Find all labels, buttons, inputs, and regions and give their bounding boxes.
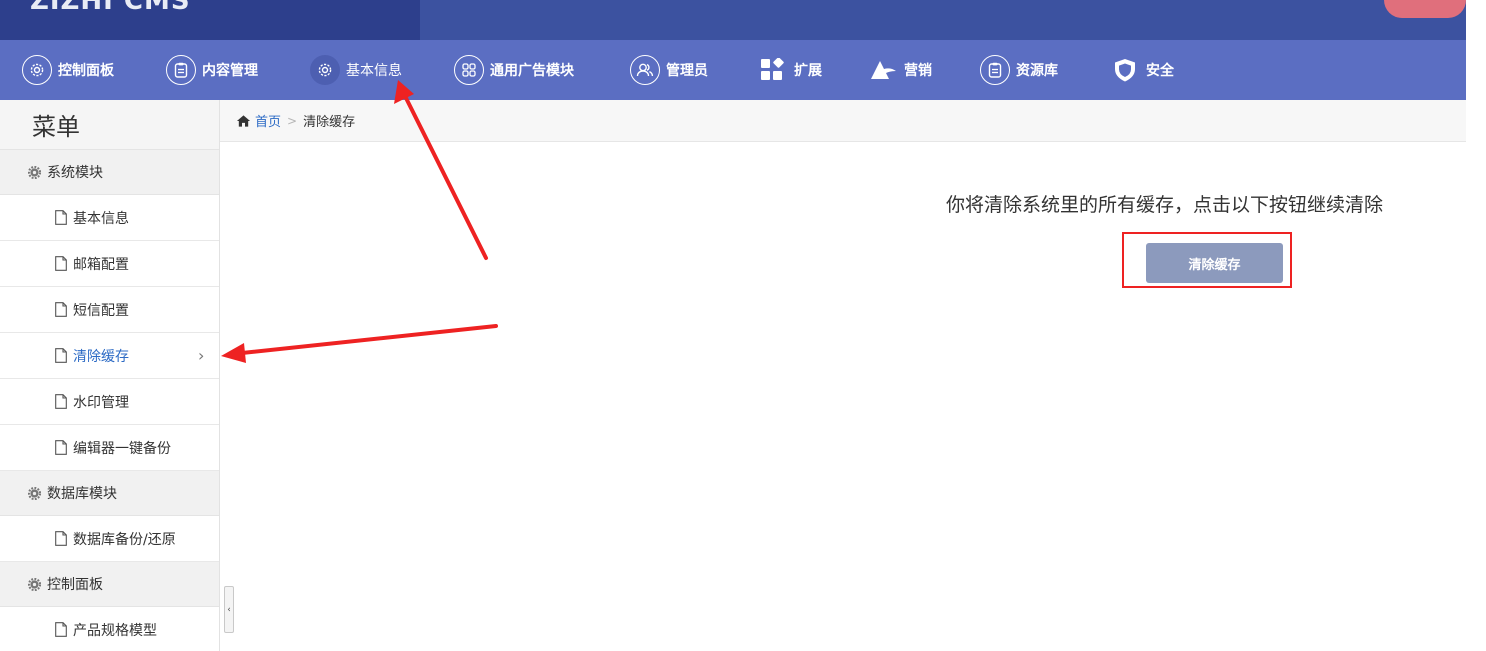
nav-item-extend[interactable]: 扩展 — [758, 40, 822, 100]
document-icon — [55, 302, 67, 317]
document-icon — [55, 394, 67, 409]
gear-icon — [22, 55, 52, 85]
sidebar-collapse-handle[interactable]: ‹ — [224, 586, 234, 633]
document-icon — [55, 531, 67, 546]
sidebar-item-label: 清除缓存 — [73, 348, 129, 365]
sidebar-item-label: 邮箱配置 — [73, 256, 129, 273]
sidebar: 菜单 系统模块 基本信息 邮箱配置 短信配置 清除缓存 › 水印管理 编辑器一键… — [0, 100, 220, 651]
nav-item-resources[interactable]: 资源库 — [980, 40, 1058, 100]
gear-icon — [28, 165, 41, 179]
sidebar-group-label: 控制面板 — [47, 577, 103, 593]
gear-icon — [28, 486, 41, 500]
sidebar-item-email-config[interactable]: 邮箱配置 — [0, 241, 219, 287]
sidebar-group-label: 数据库模块 — [47, 486, 117, 502]
shield-icon — [1110, 55, 1140, 85]
breadcrumb-current: 清除缓存 — [303, 115, 356, 130]
sidebar-item-sms-config[interactable]: 短信配置 — [0, 287, 219, 333]
document-icon — [55, 256, 67, 271]
sidebar-item-label: 产品规格模型 — [73, 622, 157, 639]
nav-item-admin[interactable]: 管理员 — [630, 40, 708, 100]
breadcrumb-separator: > — [287, 113, 298, 128]
clear-cache-button[interactable]: 清除缓存 — [1146, 243, 1283, 283]
breadcrumb-home-link[interactable]: 首页 — [255, 111, 281, 130]
sidebar-item-clear-cache[interactable]: 清除缓存 › — [0, 333, 219, 379]
nav-label: 基本信息 — [346, 63, 402, 79]
sidebar-group-system[interactable]: 系统模块 — [0, 150, 219, 195]
sidebar-item-label: 编辑器一键备份 — [73, 440, 171, 457]
sidebar-group-label: 系统模块 — [47, 165, 103, 181]
sidebar-group-database[interactable]: 数据库模块 — [0, 471, 219, 516]
top-header: ZIZHI CMS — [0, 0, 1466, 40]
nav-item-basic-info[interactable]: 基本信息 — [310, 40, 402, 100]
nav-label: 管理员 — [666, 63, 708, 79]
clipboard-icon — [166, 55, 196, 85]
annotation-arrow-sidebar — [221, 324, 498, 363]
gear-icon — [310, 55, 340, 85]
user-menu-button[interactable] — [1384, 0, 1466, 18]
sidebar-item-db-backup[interactable]: 数据库备份/还原 — [0, 516, 219, 562]
nav-label: 内容管理 — [202, 63, 258, 79]
sidebar-item-label: 水印管理 — [73, 394, 129, 411]
users-icon — [630, 55, 660, 85]
breadcrumb: 首页 > 清除缓存 — [220, 100, 1466, 142]
nav-label: 通用广告模块 — [490, 63, 574, 79]
sidebar-item-watermark[interactable]: 水印管理 — [0, 379, 219, 425]
sidebar-item-label: 数据库备份/还原 — [73, 531, 176, 548]
clear-cache-notice: 你将清除系统里的所有缓存，点击以下按钮继续清除 — [946, 194, 1384, 216]
nav-item-control-panel[interactable]: 控制面板 — [22, 40, 114, 100]
home-icon — [236, 114, 251, 127]
nav-item-content[interactable]: 内容管理 — [166, 40, 258, 100]
sidebar-item-label: 基本信息 — [73, 210, 129, 227]
document-icon — [55, 622, 67, 637]
blocks-icon — [758, 55, 788, 85]
clipboard-icon — [980, 55, 1010, 85]
document-icon — [55, 440, 67, 455]
sidebar-item-basic-info[interactable]: 基本信息 — [0, 195, 219, 241]
sidebar-group-control-panel[interactable]: 控制面板 — [0, 562, 219, 607]
main-nav: 控制面板 内容管理 基本信息 通用广告模块 管理员 扩展 营销 资源库 安全 — [0, 40, 1466, 100]
chevron-right-icon: › — [198, 346, 205, 365]
document-icon — [55, 348, 67, 363]
nav-label: 扩展 — [794, 63, 822, 79]
nav-label: 资源库 — [1016, 63, 1058, 79]
nav-label: 控制面板 — [58, 63, 114, 79]
sidebar-item-label: 短信配置 — [73, 302, 129, 319]
gear-icon — [28, 577, 41, 591]
grid-icon — [454, 55, 484, 85]
sidebar-item-editor-backup[interactable]: 编辑器一键备份 — [0, 425, 219, 471]
sidebar-item-product-spec[interactable]: 产品规格模型 — [0, 607, 219, 651]
sidebar-title: 菜单 — [0, 100, 219, 150]
nav-label: 营销 — [904, 63, 932, 79]
logo[interactable]: ZIZHI CMS — [30, 0, 191, 16]
nav-item-ad-module[interactable]: 通用广告模块 — [454, 40, 574, 100]
nav-item-security[interactable]: 安全 — [1110, 40, 1174, 100]
document-icon — [55, 210, 67, 225]
logo-area: ZIZHI CMS — [0, 0, 420, 40]
nav-label: 安全 — [1146, 63, 1174, 79]
nav-item-marketing[interactable]: 营销 — [868, 40, 932, 100]
megaphone-icon — [868, 55, 898, 85]
